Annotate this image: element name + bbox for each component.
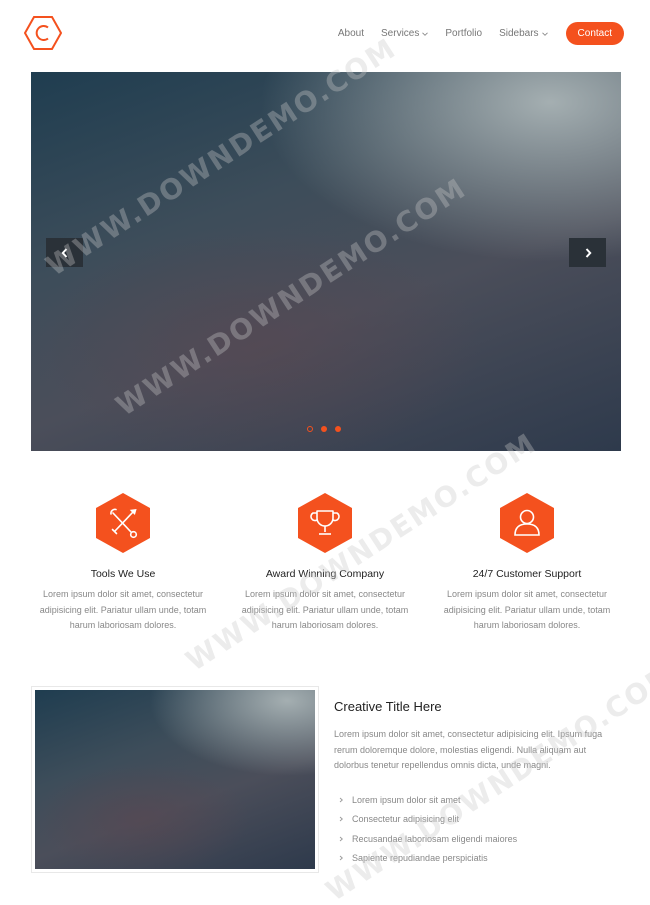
- feature-title: Tools We Use: [90, 568, 156, 580]
- chevron-right-icon: [339, 855, 343, 861]
- chevron-right-icon: [585, 247, 592, 258]
- nav-item-label: Portfolio: [445, 28, 483, 39]
- feature-support: 24/7 Customer Support Lorem ipsum dolor …: [427, 492, 627, 634]
- feature-title: 24/7 Customer Support: [472, 568, 582, 580]
- slider-dots: [307, 426, 349, 432]
- feature-text: Lorem ipsum dolor sit amet, consectetur …: [241, 589, 409, 630]
- chevron-right-icon: [339, 797, 343, 803]
- nav-item-label: Services: [381, 28, 420, 39]
- hero-slider: [31, 72, 621, 451]
- feature-text: Lorem ipsum dolor sit amet, consectetur …: [39, 589, 207, 630]
- feature-text: Lorem ipsum dolor sit amet, consectetur …: [443, 589, 611, 630]
- creative-image: [31, 686, 319, 873]
- nav-item-portfolio[interactable]: Portfolio: [445, 28, 482, 39]
- creative-image-fill: [35, 690, 315, 869]
- slider-dot[interactable]: [335, 426, 341, 432]
- list-item: Sapiente repudiandae perspiciatis: [338, 849, 517, 869]
- nav-item-label: About: [337, 28, 365, 39]
- nav-item-about[interactable]: About: [338, 28, 364, 39]
- chevron-down-icon: [541, 31, 548, 36]
- list-item: Recusandae laboriosam eligendi maiores: [338, 829, 517, 849]
- list-item: Consectetur adipisicing elit: [338, 810, 517, 830]
- hexagon-c-logo[interactable]: [24, 15, 62, 51]
- tools-icon: [96, 493, 150, 553]
- list-item: Lorem ipsum dolor sit amet: [338, 790, 517, 810]
- list-item-label: Consectetur adipisicing elit: [352, 814, 460, 825]
- feature-title: Award Winning Company: [265, 568, 385, 580]
- nav-item-sidebars[interactable]: Sidebars: [499, 28, 548, 39]
- nav-item-services[interactable]: Services: [381, 28, 429, 39]
- nav-item-label: Sidebars: [499, 28, 539, 39]
- chevron-right-icon: [339, 816, 343, 822]
- creative-text: Lorem ipsum dolor sit amet, consectetur …: [334, 729, 603, 770]
- feature-tools: Tools We Use Lorem ipsum dolor sit amet,…: [23, 492, 223, 634]
- chevron-down-icon: [422, 31, 429, 36]
- chevron-right-icon: [339, 836, 343, 842]
- user-icon: [500, 493, 554, 553]
- slider-next-button[interactable]: [569, 238, 606, 267]
- creative-list: Lorem ipsum dolor sit amet Consectetur a…: [338, 790, 517, 868]
- list-item-label: Sapiente repudiandae perspiciatis: [352, 853, 488, 864]
- main-nav: About Services Portfolio Sidebars Contac…: [321, 22, 624, 45]
- site-header: About Services Portfolio Sidebars Contac…: [0, 0, 650, 68]
- chevron-left-icon: [60, 247, 67, 258]
- feature-award: Award Winning Company Lorem ipsum dolor …: [225, 492, 425, 634]
- slider-dot[interactable]: [321, 426, 327, 432]
- creative-title: Creative Title Here: [334, 699, 442, 714]
- slider-prev-button[interactable]: [46, 238, 83, 267]
- trophy-icon: [298, 493, 352, 553]
- contact-button[interactable]: Contact: [565, 22, 624, 45]
- slider-dot[interactable]: [307, 426, 313, 432]
- list-item-label: Recusandae laboriosam eligendi maiores: [352, 833, 518, 844]
- list-item-label: Lorem ipsum dolor sit amet: [352, 794, 461, 805]
